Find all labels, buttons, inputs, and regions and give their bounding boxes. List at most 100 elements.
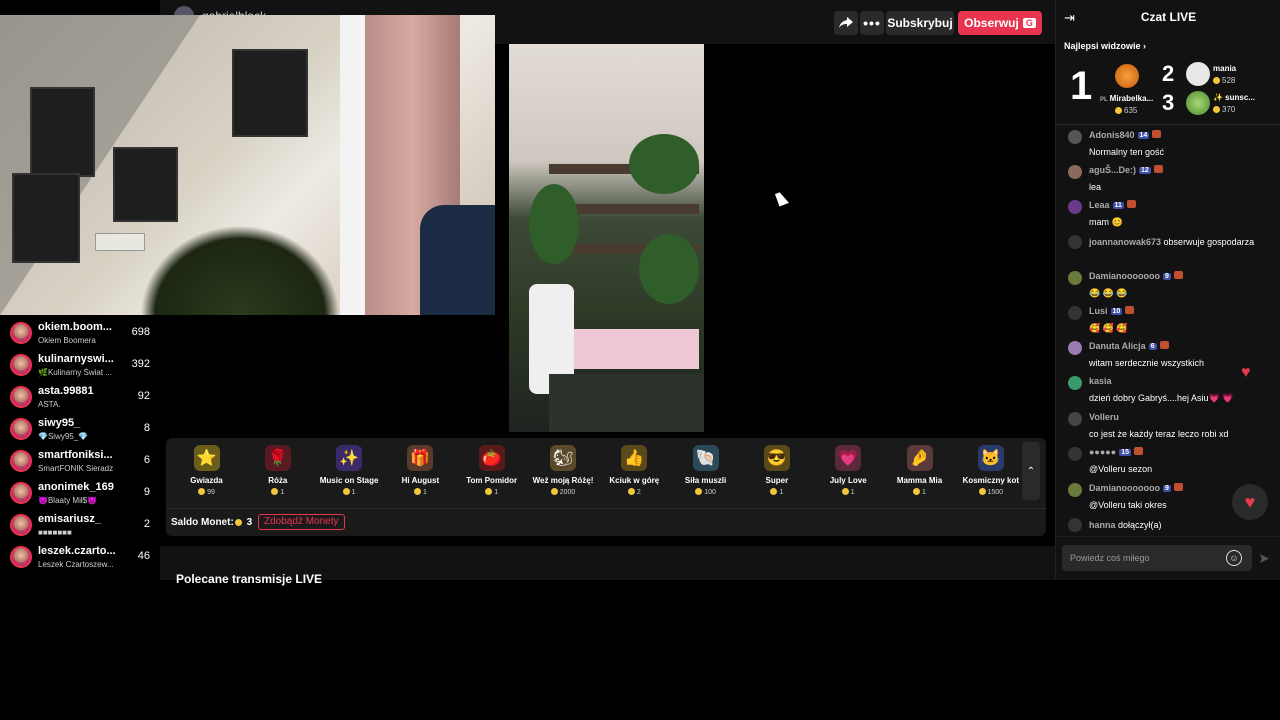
avatar[interactable] (1068, 447, 1082, 461)
avatar[interactable] (1068, 200, 1082, 214)
collapse-chat-icon[interactable]: ⇥ (1064, 10, 1075, 26)
gift-item[interactable]: 👍 Kciuk w górę 2 (599, 438, 670, 508)
gift-price: 1 (456, 488, 527, 496)
gift-name: Hi August (401, 476, 440, 485)
coin-icon (342, 488, 350, 495)
avatar[interactable] (1068, 271, 1082, 285)
coin-balance-label: Saldo Monet: (171, 517, 234, 528)
chat-username[interactable]: Danuta Alicja (1089, 341, 1146, 351)
podium-avatar-2[interactable] (1186, 62, 1210, 86)
podium-rank-2: 2 (1162, 61, 1175, 86)
emoji-icon[interactable]: ☺ (1226, 550, 1242, 566)
gift-scroll-button[interactable]: ⌃ (1022, 442, 1040, 500)
get-coins-button[interactable]: Zdobądź Monety (258, 514, 345, 530)
avatar[interactable] (1068, 341, 1082, 355)
coin-balance-bar: Saldo Monet: 3 Zdobądź Monety (166, 508, 1046, 536)
gift-item[interactable]: 🎁 Hi August 1 (385, 438, 456, 508)
gift-item[interactable]: 🐚 Siła muszli 100 (670, 438, 741, 508)
follow-shortcut-key: G (1022, 18, 1036, 28)
avatar[interactable] (1068, 306, 1082, 320)
chat-username[interactable]: Damianooooooo (1089, 271, 1160, 281)
avatar[interactable] (10, 354, 32, 376)
like-button[interactable]: ♥ (1232, 484, 1268, 520)
main-camera-video[interactable] (0, 15, 495, 315)
podium-score-2-value: 528 (1222, 76, 1236, 85)
chat-username[interactable]: Leaa (1089, 200, 1110, 210)
top-viewers-link[interactable]: Najlepsi widzowie › (1064, 41, 1146, 51)
chat-username[interactable]: hanna (1089, 520, 1116, 530)
chat-username[interactable]: aguŠ...De:) (1089, 165, 1136, 175)
gift-item[interactable]: 🌹 Róża 1 (242, 438, 313, 508)
gift-name: Róża (268, 476, 288, 485)
gift-item[interactable]: ⭐ Gwiazda 99 (171, 438, 242, 508)
send-icon[interactable]: ➤ (1258, 550, 1270, 567)
avatar[interactable] (10, 322, 32, 344)
level-badge: 9 (1163, 485, 1171, 492)
fan-badge-icon (1126, 200, 1136, 208)
ranking-row[interactable]: leszek.czarto... Leszek Czartoszew... 46 (0, 542, 160, 574)
avatar[interactable] (1068, 165, 1082, 179)
floor (549, 374, 704, 432)
chat-username[interactable]: Adonis840 (1089, 130, 1135, 140)
podium-avatar-1[interactable] (1115, 64, 1139, 88)
gift-item[interactable]: 😎 Super 1 (741, 438, 812, 508)
coin-icon (413, 488, 421, 495)
gift-price-value: 2000 (559, 489, 576, 496)
ranking-row[interactable]: emisariusz_ ■■■■■■■ 2 (0, 510, 160, 542)
gift-item[interactable]: 🍅 Tom Pomidor 1 (456, 438, 527, 508)
follow-button[interactable]: Obserwuj G (958, 11, 1042, 35)
ranking-row[interactable]: kulinarnyswi... 🌿Kulinarny Świat ... 392 (0, 350, 160, 382)
ranking-row[interactable]: okiem.boom... Okiem Boomera 698 (0, 318, 160, 350)
gift-name: Weź moją Różę! (532, 476, 594, 485)
chat-username[interactable]: ●●●●● (1089, 447, 1116, 457)
level-badge: 14 (1137, 132, 1150, 139)
fan-badge-icon (1125, 306, 1135, 314)
gift-price-value: 1 (280, 489, 285, 496)
avatar[interactable] (1068, 412, 1082, 426)
gift-item[interactable]: 🐿 Weź moją Różę! 2000 (528, 438, 599, 508)
chat-username[interactable]: Damianooooooo (1089, 483, 1160, 493)
chat-message: aguŠ...De:) 12 lea (1068, 163, 1273, 197)
gift-item[interactable]: ✨ Music on Stage 1 (314, 438, 385, 508)
chat-text: dołączył(a) (1118, 520, 1162, 530)
more-options-button[interactable]: ••• (860, 11, 884, 35)
podium-avatar-3[interactable] (1186, 91, 1210, 115)
podium-name-2: mania (1213, 64, 1237, 73)
avatar[interactable] (1068, 518, 1082, 532)
avatar[interactable] (10, 418, 32, 440)
ranking-row[interactable]: anonimek_169 😈Blaaty Mił$😈 9 (0, 478, 160, 510)
chat-text: co jest że każdy teraz leczo robi xd (1089, 429, 1229, 439)
avatar[interactable] (1068, 130, 1082, 144)
avatar[interactable] (10, 450, 32, 472)
chat-username[interactable]: Volleru (1089, 412, 1119, 422)
ranking-row[interactable]: siwy95_ 💎Siwy95_💎 8 (0, 414, 160, 446)
plant (629, 134, 699, 194)
coin-icon (913, 488, 921, 495)
chat-username[interactable]: Lusi (1089, 306, 1108, 316)
guest-camera-video[interactable] (509, 44, 704, 432)
gift-item[interactable]: 💗 July Love 1 (813, 438, 884, 508)
ranking-score: 46 (137, 550, 150, 562)
ranking-row[interactable]: asta.99881 ASTA. 92 (0, 382, 160, 414)
chat-username[interactable]: joannanowak673 (1089, 237, 1161, 247)
ranking-row[interactable]: smartfoniksi... SmartFONIK Sieradz 6 (0, 446, 160, 478)
avatar[interactable] (10, 546, 32, 568)
avatar[interactable] (1068, 483, 1082, 497)
avatar[interactable] (10, 514, 32, 536)
avatar[interactable] (1068, 376, 1082, 390)
chat-username[interactable]: kasia (1089, 376, 1112, 386)
gift-item[interactable]: 🤌 Mamma Mia 1 (884, 438, 955, 508)
chat-user-line: Leaa 11 (1089, 200, 1136, 210)
avatar[interactable] (10, 386, 32, 408)
gift-item[interactable]: 🐱 Kosmiczny kot 1500 (955, 438, 1026, 508)
avatar[interactable] (10, 482, 32, 504)
ranking-subtitle: 😈Blaaty Mił$😈 (38, 496, 98, 505)
subscribe-button[interactable]: Subskrybuj (886, 11, 954, 35)
chat-input[interactable] (1062, 545, 1252, 571)
share-button[interactable] (834, 11, 858, 35)
chat-message: Volleru co jest że każdy teraz leczo robi… (1068, 410, 1273, 444)
table (574, 329, 699, 369)
coin-icon (271, 488, 279, 495)
gift-name: Tom Pomidor (466, 476, 518, 485)
avatar[interactable] (1068, 235, 1082, 249)
